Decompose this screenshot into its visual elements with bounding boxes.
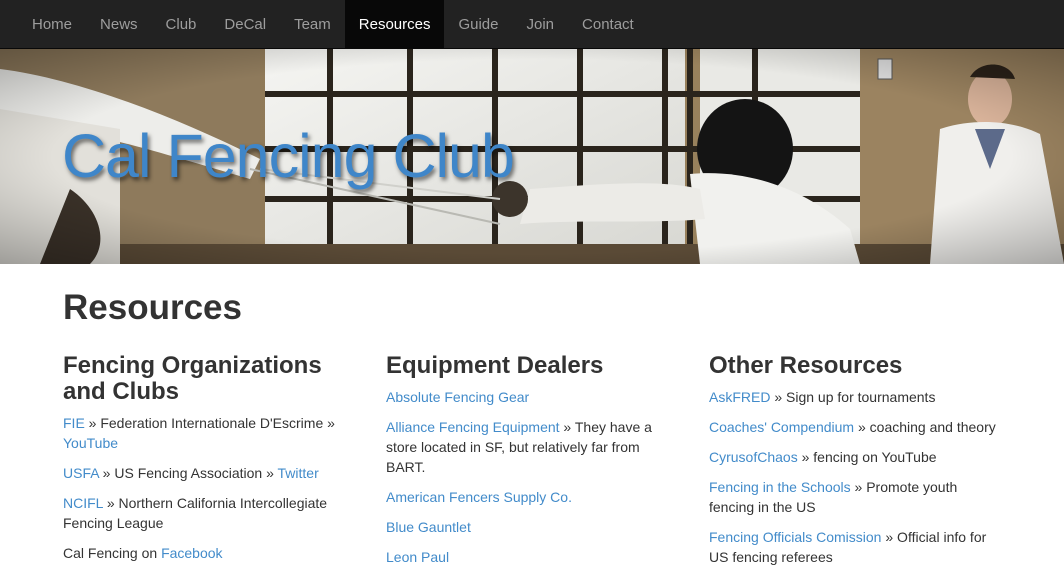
entry-text: » Northern California Intercollegiate Fe… [63,495,328,531]
page-title: Resources [63,288,242,327]
nav-club[interactable]: Club [152,0,211,49]
nav-resources[interactable]: Resources [344,0,445,49]
column-equipment: Equipment Dealers Absolute Fencing Gear … [386,353,676,568]
link-usfa-twitter[interactable]: Twitter [278,465,319,481]
link-usfa[interactable]: USFA [63,465,99,481]
list-item: Fencing Officials Comission » Official i… [709,527,999,567]
site-title: Cal Fencing Club [62,122,515,190]
link-fie-youtube[interactable]: YouTube [63,435,118,451]
link-cyrusofchaos[interactable]: CyrusofChaos [709,449,798,465]
list-item: AskFRED » Sign up for tournaments [709,387,999,407]
list-item: CyrusofChaos » fencing on YouTube [709,447,999,467]
column-heading: Equipment Dealers [386,352,604,379]
list-item: NCIFL » Northern California Intercollegi… [63,493,353,533]
nav-home[interactable]: Home [18,0,86,49]
link-leon-paul[interactable]: Leon Paul [386,549,449,565]
list-item: Absolute Fencing Gear [386,387,676,407]
list-item: Blue Gauntlet [386,517,676,537]
link-coaches-compendium[interactable]: Coaches' Compendium [709,419,854,435]
column-organizations: Fencing Organizations and Clubs FIE » Fe… [63,353,353,568]
link-alliance-fencing[interactable]: Alliance Fencing Equipment [386,419,560,435]
list-item: Cal Fencing on Facebook [63,543,353,563]
column-heading: Fencing Organizations and Clubs [63,352,322,405]
nav-news[interactable]: News [86,0,152,49]
nav-decal[interactable]: DeCal [210,0,280,49]
main-nav: Home News Club DeCal Team Resources Guid… [0,0,1064,49]
list-item: Fencing in the Schools » Promote youth f… [709,477,999,517]
list-item: FIE » Federation Internationale D'Escrim… [63,413,353,453]
list-item: Coaches' Compendium » coaching and theor… [709,417,999,437]
top-navbar: Home News Club DeCal Team Resources Guid… [0,0,1064,49]
entry-text: » fencing on YouTube [797,449,937,465]
nav-join[interactable]: Join [513,0,569,49]
column-heading: Other Resources [709,352,903,379]
nav-contact[interactable]: Contact [568,0,648,49]
list-item: American Fencers Supply Co. [386,487,676,507]
link-ncifl[interactable]: NCIFL [63,495,103,511]
link-blue-gauntlet[interactable]: Blue Gauntlet [386,519,471,535]
link-absolute-fencing[interactable]: Absolute Fencing Gear [386,389,529,405]
link-fencing-in-schools[interactable]: Fencing in the Schools [709,479,851,495]
hero-banner: Cal Fencing Club [0,49,1064,264]
entry-text: » Federation Internationale D'Escrime » [84,415,335,431]
entry-text: » coaching and theory [854,419,996,435]
link-fie[interactable]: FIE [63,415,85,431]
main-content: Resources Fencing Organizations and Club… [0,264,1064,568]
link-american-fencers[interactable]: American Fencers Supply Co. [386,489,572,505]
list-item: Leon Paul [386,547,676,567]
column-other: Other Resources AskFRED » Sign up for to… [709,353,999,568]
list-item: USFA » US Fencing Association » Twitter [63,463,353,483]
nav-guide[interactable]: Guide [444,0,512,49]
link-facebook[interactable]: Facebook [161,545,222,561]
nav-team[interactable]: Team [280,0,345,49]
link-fencing-officials[interactable]: Fencing Officials Comission [709,529,881,545]
entry-text: » Sign up for tournaments [770,389,936,405]
entry-text: Cal Fencing on [63,545,162,561]
entry-text: » US Fencing Association » [98,465,278,481]
list-item: Alliance Fencing Equipment » They have a… [386,417,676,477]
link-askfred[interactable]: AskFRED [709,389,770,405]
